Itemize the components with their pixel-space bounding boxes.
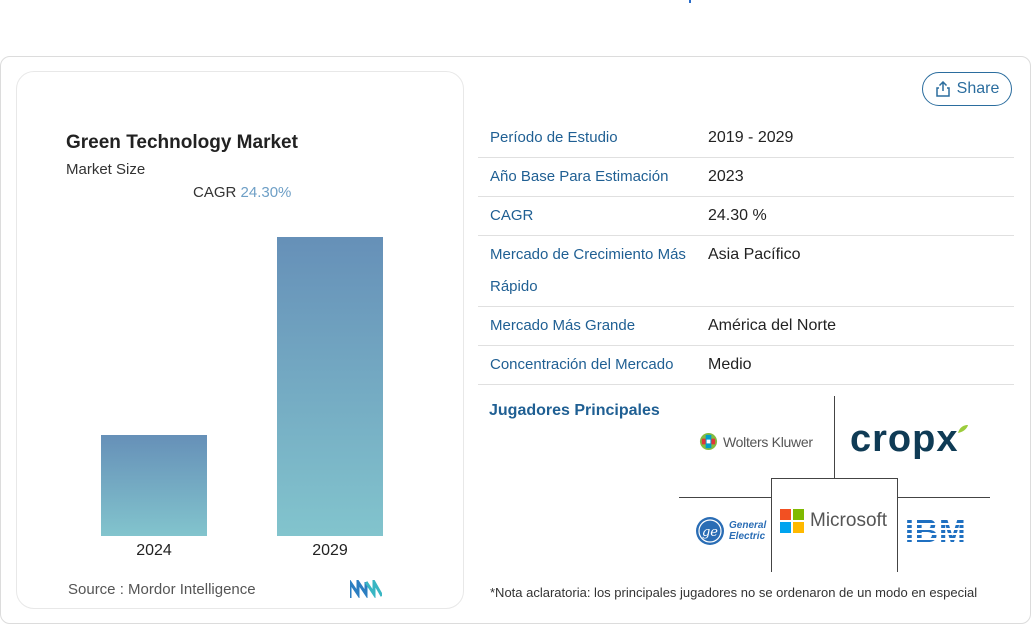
info-row-cagr: CAGR 24.30 % <box>478 196 1014 236</box>
decorative-dot <box>689 0 691 3</box>
info-key: Año Base Para Estimación <box>478 157 708 197</box>
info-row-concentration: Concentración del Mercado Medio <box>478 345 1014 385</box>
cagr-label-text: CAGR <box>193 184 237 201</box>
chart-subtitle: Market Size <box>66 161 146 178</box>
market-info-table: Período de Estudio 2019 - 2029 Año Base … <box>478 119 1014 385</box>
x-tick-label: 2029 <box>312 542 348 559</box>
bar-2029 <box>277 237 383 536</box>
svg-text:ge: ge <box>702 525 718 540</box>
logo-grid-divider <box>771 478 772 572</box>
cagr-label: CAGR 24.30% <box>193 184 291 201</box>
ge-monogram-icon: ge <box>696 517 724 545</box>
disclaimer-note: *Nota aclaratoria: los principales jugad… <box>490 585 978 600</box>
wolters-kluwer-logo: Wolters Kluwer <box>699 432 813 451</box>
info-value: Medio <box>708 345 1014 385</box>
cropx-text: cropx <box>850 418 959 460</box>
microsoft-logo: Microsoft <box>780 509 887 533</box>
ibm-text: IBM <box>905 513 967 549</box>
info-key: CAGR <box>478 196 708 236</box>
bar-2024 <box>101 435 207 536</box>
source-value: Mordor Intelligence <box>128 581 256 598</box>
info-key: Mercado de Crecimiento Más Rápido <box>478 235 708 307</box>
info-key: Período de Estudio <box>478 119 708 158</box>
info-value: 2019 - 2029 <box>708 119 1014 158</box>
chart-title: Green Technology Market <box>66 132 298 153</box>
share-button[interactable]: Share <box>922 72 1012 106</box>
logo-grid-divider <box>771 478 898 479</box>
microsoft-squares-icon <box>780 509 804 533</box>
cropx-leaf-icon <box>958 424 969 433</box>
cropx-logo: cropx <box>850 418 969 461</box>
info-row-largest-market: Mercado Más Grande América del Norte <box>478 306 1014 346</box>
info-key: Mercado Más Grande <box>478 306 708 346</box>
mordor-intelligence-logo <box>350 580 382 598</box>
ibm-logo: IBM <box>905 515 967 547</box>
info-row-base-year: Año Base Para Estimación 2023 <box>478 157 1014 197</box>
share-label: Share <box>956 80 1000 97</box>
key-players-label: Jugadores Principales <box>489 402 660 419</box>
info-row-study-period: Período de Estudio 2019 - 2029 <box>478 119 1014 158</box>
info-value: América del Norte <box>708 306 1014 346</box>
logo-grid-divider <box>898 497 990 498</box>
logo-grid-divider <box>834 396 835 478</box>
logo-grid-divider <box>897 478 898 572</box>
info-value: 24.30 % <box>708 196 1014 236</box>
general-electric-logo: ge General Electric <box>695 516 767 546</box>
info-value: 2023 <box>708 157 1014 197</box>
ge-text: General Electric <box>729 520 767 542</box>
info-value: Asia Pacífico <box>708 235 1014 307</box>
chart-source: Source : Mordor Intelligence <box>68 581 256 598</box>
x-tick-label: 2024 <box>136 542 172 559</box>
wolters-kluwer-text: Wolters Kluwer <box>723 433 813 450</box>
share-icon <box>935 81 950 97</box>
microsoft-text: Microsoft <box>810 510 888 531</box>
cagr-value: 24.30% <box>240 184 292 201</box>
source-label: Source : <box>68 581 124 598</box>
wolters-kluwer-icon <box>699 432 718 451</box>
info-key: Concentración del Mercado <box>478 345 708 385</box>
logo-grid-divider <box>679 497 772 498</box>
info-row-fastest-growing: Mercado de Crecimiento Más Rápido Asia P… <box>478 235 1014 307</box>
